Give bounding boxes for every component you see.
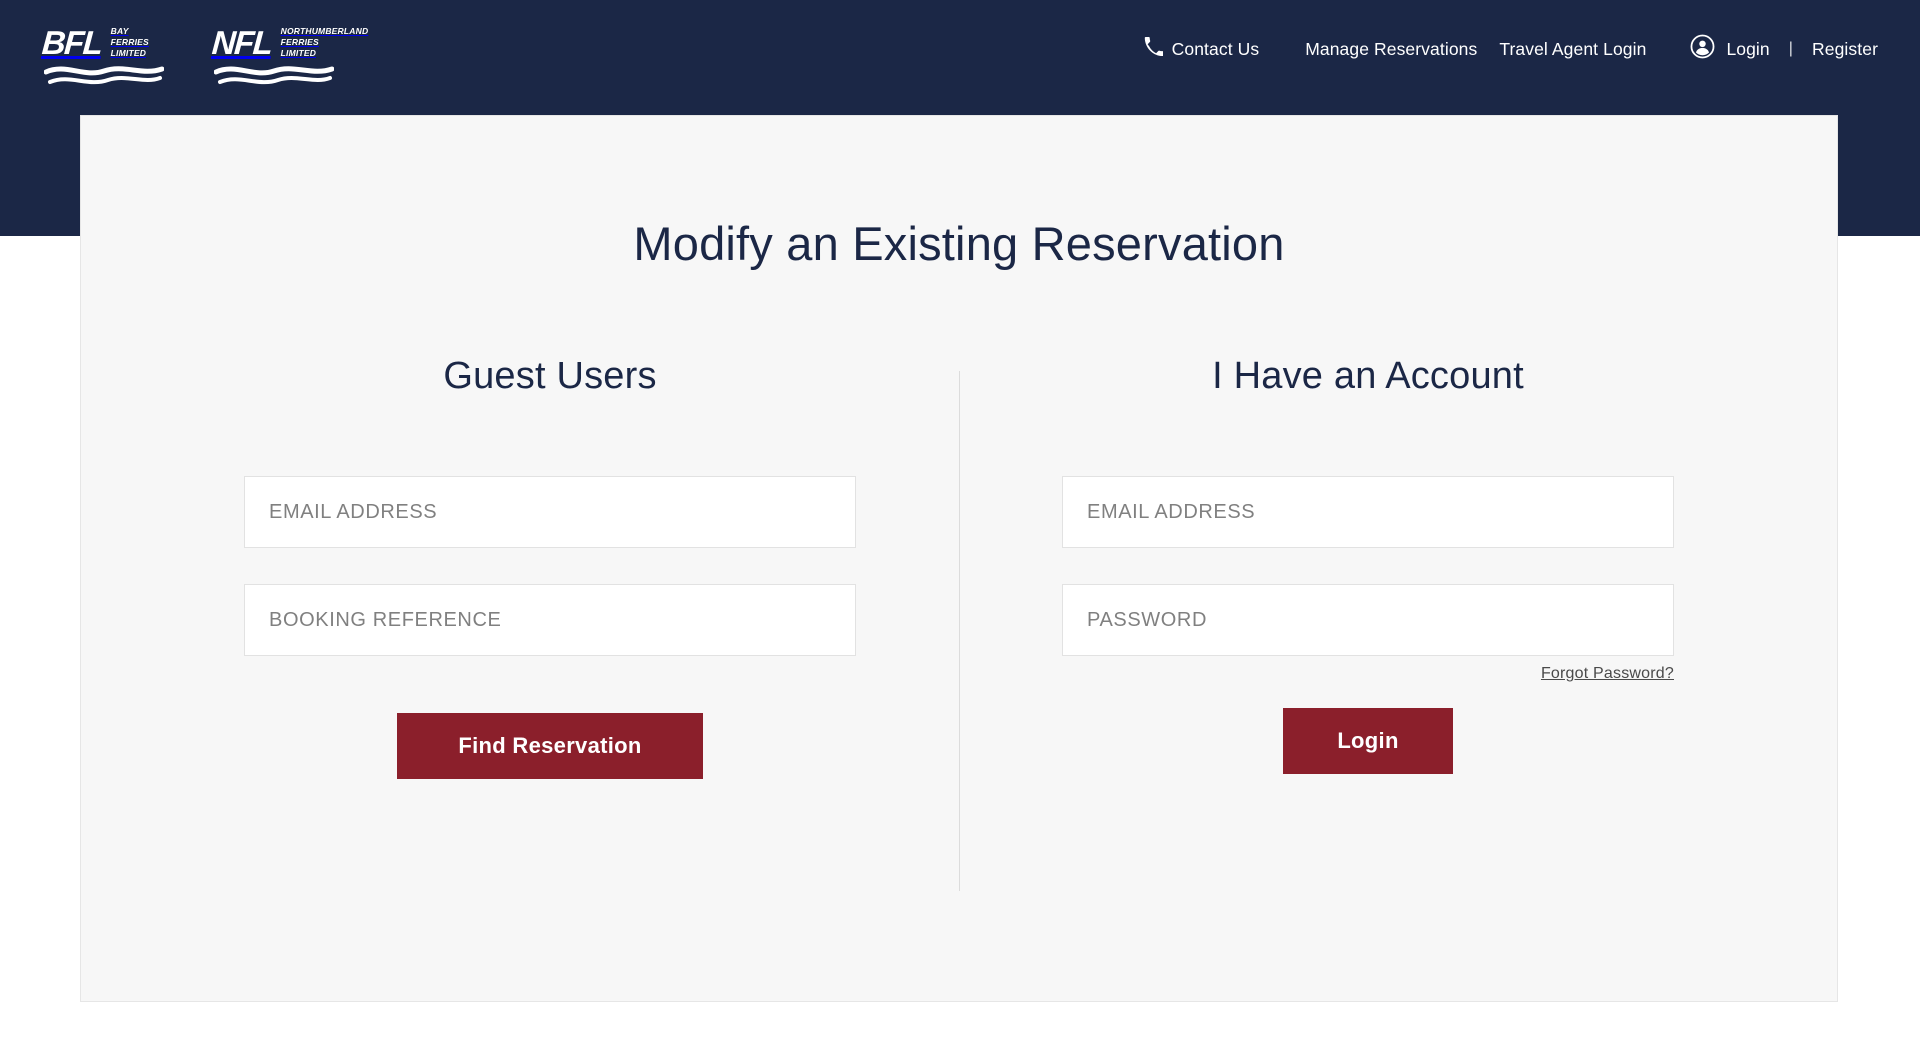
forgot-password-link[interactable]: Forgot Password? — [1541, 665, 1674, 682]
bfl-logo[interactable]: BFL BAY FERRIES LIMITED — [40, 24, 165, 91]
guest-email-field-wrap — [244, 476, 856, 548]
nav-separator: | — [1788, 40, 1794, 57]
nav-register-label: Register — [1812, 38, 1878, 59]
nav-account-group: Login | Register — [1690, 34, 1878, 64]
nav-manage-reservations[interactable]: Manage Reservations — [1305, 39, 1477, 60]
guest-email-input[interactable] — [244, 476, 856, 548]
nfl-logo[interactable]: NFL NORTHUMBERLAND FERRIES LIMITED — [210, 24, 369, 91]
login-button[interactable]: Login — [1283, 708, 1453, 774]
bfl-logo-row: BFL BAY FERRIES LIMITED — [40, 24, 149, 61]
nfl-wordmark: NFL — [210, 24, 273, 61]
nfl-word-2: FERRIES — [280, 37, 319, 48]
nfl-word-1: NORTHUMBERLAND — [280, 26, 369, 37]
password-input[interactable] — [1062, 584, 1674, 656]
nfl-logo-words: NORTHUMBERLAND FERRIES LIMITED — [281, 26, 369, 59]
column-divider — [959, 371, 960, 891]
nfl-word-3: LIMITED — [280, 47, 317, 58]
nav-login-label: Login — [1726, 38, 1770, 59]
page-root: BFL BAY FERRIES LIMITED NFL NORTHUMBERLA… — [0, 0, 1920, 1057]
page-title: Modify an Existing Reservation — [633, 217, 1285, 270]
user-circle-icon — [1690, 34, 1715, 64]
guest-users-heading: Guest Users — [443, 355, 657, 397]
logo-group: BFL BAY FERRIES LIMITED NFL NORTHUMBERLA… — [40, 24, 369, 91]
account-heading: I Have an Account — [1212, 355, 1524, 397]
main-nav: Contact Us Manage Reservations Travel Ag… — [1144, 34, 1878, 64]
nfl-logo-row: NFL NORTHUMBERLAND FERRIES LIMITED — [210, 24, 369, 61]
find-reservation-button[interactable]: Find Reservation — [397, 713, 703, 779]
nav-manage-reservations-label: Manage Reservations — [1305, 38, 1478, 59]
forgot-password-row: Forgot Password? — [1062, 665, 1674, 683]
phone-icon — [1144, 37, 1163, 61]
nav-register-link[interactable]: Register — [1812, 39, 1878, 60]
account-email-input[interactable] — [1062, 476, 1674, 548]
bfl-logo-words: BAY FERRIES LIMITED — [111, 26, 149, 59]
nav-travel-agent-login[interactable]: Travel Agent Login — [1499, 39, 1646, 60]
nav-travel-agent-login-label: Travel Agent Login — [1499, 38, 1647, 59]
nav-contact-us[interactable]: Contact Us — [1144, 37, 1260, 61]
forms-container: Guest Users Find Reservation I Have an A… — [81, 355, 1837, 891]
nav-contact-us-label: Contact Us — [1171, 38, 1260, 59]
account-password-field-wrap — [1062, 584, 1674, 656]
bfl-word-3: LIMITED — [110, 47, 147, 58]
nfl-wave-icon — [213, 62, 335, 91]
bfl-word-1: BAY — [110, 26, 129, 37]
guest-users-column: Guest Users Find Reservation — [141, 355, 959, 779]
account-column: I Have an Account Forgot Password? Login — [959, 355, 1777, 779]
bfl-word-2: FERRIES — [110, 37, 149, 48]
guest-booking-reference-field-wrap — [244, 584, 856, 656]
booking-reference-input[interactable] — [244, 584, 856, 656]
nav-login-link[interactable]: Login — [1726, 39, 1769, 60]
account-email-field-wrap — [1062, 476, 1674, 548]
bfl-wordmark: BFL — [40, 24, 103, 61]
reservation-card: Modify an Existing Reservation Guest Use… — [80, 115, 1838, 1002]
bfl-wave-icon — [43, 62, 165, 91]
